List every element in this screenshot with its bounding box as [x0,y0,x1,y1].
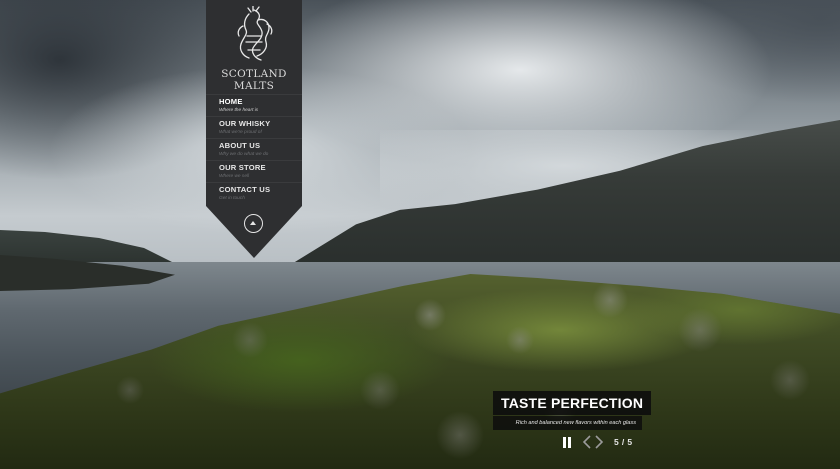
slide-counter: 5 / 5 [614,437,633,447]
nav-item-subtitle: Where we sell [219,174,250,179]
slide-title: TASTE PERFECTION [493,391,652,415]
nav-item-label: OUR STORE [219,163,266,172]
pause-icon-bar [568,437,571,448]
nav-item-subtitle: What we're proud of [219,130,262,135]
nav-item-about-us[interactable]: ABOUT US Why we do what we do [206,138,302,160]
rocks [0,270,840,469]
chevron-up-icon [250,221,256,225]
main-menu: HOME Where the heart is OUR WHISKY What … [206,94,302,204]
nav-item-our-whisky[interactable]: OUR WHISKY What we're proud of [206,116,302,138]
pause-button[interactable] [562,434,572,450]
slide-subtitle: Rich and balanced new flavors within eac… [493,416,642,430]
nav-item-home[interactable]: HOME Where the heart is [206,94,302,116]
nav-ribbon: SCOTLAND MALTS HOME Where the heart is O… [206,0,302,258]
nav-item-label: HOME [219,97,243,106]
slider-controls: 5 / 5 [560,434,640,450]
previous-slide-button[interactable] [582,434,592,450]
brand-logo[interactable]: SCOTLAND MALTS [206,4,302,92]
brand-name: SCOTLAND MALTS [221,68,287,92]
chevron-right-icon [595,435,604,449]
nav-item-subtitle: Get in touch [219,196,245,201]
nav-toggle-button[interactable] [244,214,263,233]
nav-item-our-store[interactable]: OUR STORE Where we sell [206,160,302,182]
next-slide-button[interactable] [594,434,604,450]
nav-item-label: ABOUT US [219,141,261,150]
pause-icon [563,437,566,448]
nav-item-subtitle: Where the heart is [219,108,259,113]
nav-item-label: CONTACT US [219,185,271,194]
nav-item-contact-us[interactable]: CONTACT US Get in touch [206,182,302,204]
dragon-emblem-icon [237,6,273,61]
nav-item-label: OUR WHISKY [219,119,271,128]
nav-item-subtitle: Why we do what we do [219,152,269,157]
background-landscape [0,0,840,469]
chevron-left-icon [582,435,591,449]
